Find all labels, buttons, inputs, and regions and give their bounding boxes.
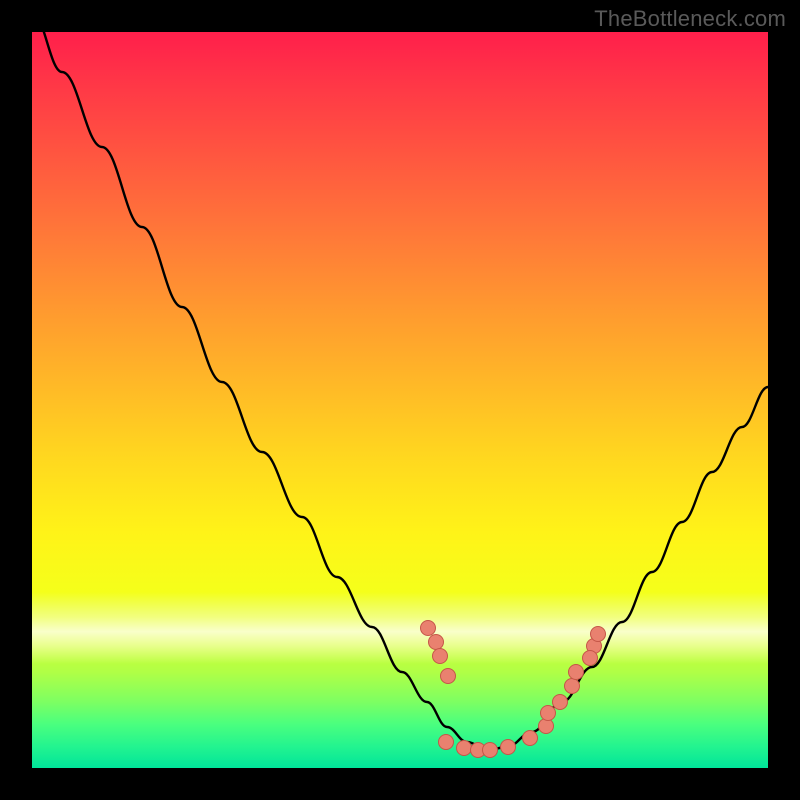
- data-dot: [471, 743, 486, 758]
- data-dot: [587, 639, 602, 654]
- data-dots: [421, 621, 606, 758]
- data-dot: [591, 627, 606, 642]
- data-dot: [541, 706, 556, 721]
- data-dot: [583, 651, 598, 666]
- data-dot: [483, 743, 498, 758]
- data-dot: [565, 679, 580, 694]
- watermark-label: TheBottleneck.com: [594, 6, 786, 32]
- bottleneck-curve: [32, 32, 768, 750]
- data-dot: [439, 735, 454, 750]
- data-dot: [523, 731, 538, 746]
- data-dot: [457, 741, 472, 756]
- data-dot: [433, 649, 448, 664]
- data-dot: [421, 621, 436, 636]
- curve-overlay: [32, 32, 768, 768]
- plot-area: [32, 32, 768, 768]
- data-dot: [441, 669, 456, 684]
- chart-stage: TheBottleneck.com: [0, 0, 800, 800]
- data-dot: [501, 740, 516, 755]
- data-dot: [539, 719, 554, 734]
- data-dot: [429, 635, 444, 650]
- data-dot: [553, 695, 568, 710]
- highlight-band: [32, 592, 768, 664]
- data-dot: [569, 665, 584, 680]
